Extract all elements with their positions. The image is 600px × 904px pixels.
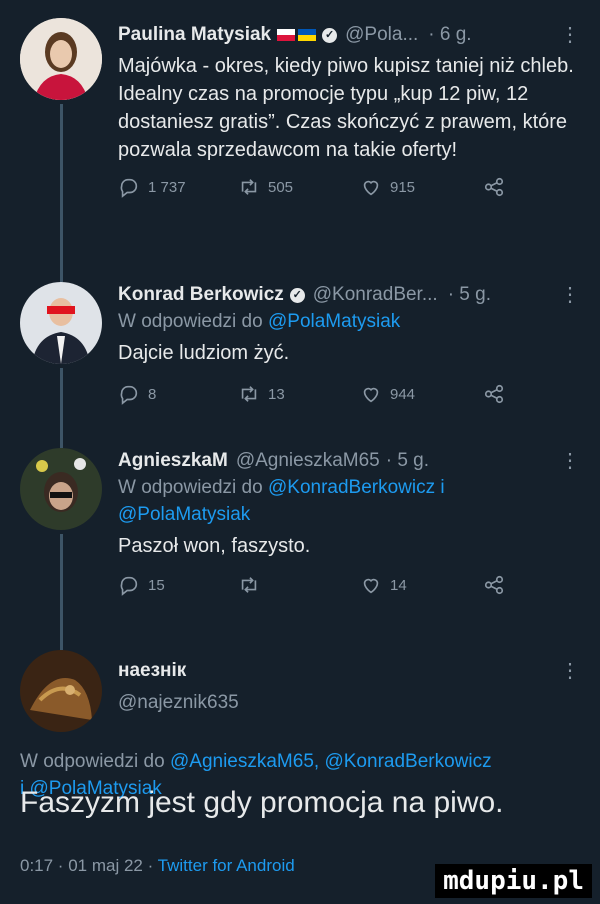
avatar[interactable] (20, 448, 102, 530)
reply-mention[interactable]: @PolaMatysiak (268, 311, 400, 332)
verified-icon: ✓ (322, 27, 338, 43)
tweet-text: Dajcie ludziom żyć. (118, 342, 290, 364)
like-count: 915 (390, 178, 416, 196)
tweet-1[interactable]: Paulina Matysiak ✓ @Pola... · 6 g. Majów… (0, 0, 600, 264)
share-button[interactable] (483, 383, 505, 405)
ukraine-flag-icon (298, 29, 317, 41)
thread-line (60, 430, 63, 448)
avatar[interactable] (20, 282, 102, 364)
author-name[interactable]: наезнік (118, 658, 239, 684)
thread-line (60, 534, 63, 646)
author-name[interactable]: Paulina Matysiak (118, 22, 271, 48)
like-count: 944 (390, 385, 416, 403)
author-name[interactable]: AgnieszkaM (118, 448, 228, 474)
reply-mention[interactable]: @KonradBerkowicz (324, 751, 491, 772)
reply-count: 15 (148, 576, 165, 594)
poland-flag-icon (277, 29, 296, 41)
author-handle[interactable]: @AgnieszkaM65 (236, 448, 380, 474)
avatar-image (20, 650, 102, 732)
retweet-button[interactable] (238, 574, 268, 596)
heart-icon (363, 387, 379, 403)
more-icon[interactable]: ⋮ (560, 22, 580, 47)
reply-button[interactable]: 8 (118, 383, 156, 405)
reply-count: 1 737 (148, 178, 186, 196)
share-button[interactable] (483, 574, 505, 596)
share-icon (484, 177, 504, 197)
reply-conjunction: i (440, 477, 445, 498)
reply-mention[interactable]: @KonradBerkowicz (268, 477, 435, 498)
author-handle[interactable]: @Pola... (345, 22, 418, 48)
reply-prefix: W odpowiedzi do (118, 311, 263, 332)
reply-button[interactable]: 1 737 (118, 176, 186, 198)
share-icon (484, 575, 504, 595)
watermark-logo: mdupiu.pl (435, 864, 592, 898)
thread-line (60, 640, 63, 650)
tweet-text: Paszoł won, faszysto. (118, 535, 311, 557)
reply-button[interactable]: 15 (118, 574, 165, 596)
reply-prefix: W odpowiedzi do (20, 751, 165, 772)
tweet-2[interactable]: Konrad Berkowicz ✓ @KonradBer... · 5 g. … (0, 264, 600, 434)
reply-mention[interactable]: @PolaMatysiak (118, 504, 250, 525)
like-button[interactable]: 915 (360, 176, 415, 198)
reply-icon (120, 385, 138, 405)
more-icon[interactable]: ⋮ (560, 282, 580, 307)
author-name[interactable]: Konrad Berkowicz (118, 282, 284, 308)
retweet-count: 13 (268, 385, 285, 403)
like-count: 14 (390, 576, 407, 594)
avatar-image (20, 18, 102, 100)
tweet-timestamp[interactable]: 0:17 · 01 maj 22 · (20, 856, 153, 875)
tweet-3[interactable]: AgnieszkaM @AgnieszkaM65 · 5 g. W odpowi… (0, 430, 600, 646)
thread-line (60, 368, 63, 434)
share-button[interactable] (483, 176, 505, 198)
tweet-time[interactable]: · 6 g. (428, 22, 471, 48)
avatar[interactable] (20, 650, 102, 732)
tweet-source[interactable]: Twitter for Android (158, 856, 295, 875)
heart-icon (363, 180, 379, 196)
retweet-icon (241, 386, 257, 402)
author-handle[interactable]: @najeznik635 (118, 690, 239, 716)
retweet-button[interactable]: 13 (238, 383, 285, 405)
tweet-time[interactable]: · 5 g. (448, 282, 491, 308)
main-tweet-text: Faszyzm jest gdy promocja na piwo. (20, 786, 504, 819)
more-icon[interactable]: ⋮ (560, 448, 580, 473)
avatar-image (20, 448, 102, 530)
reply-icon (120, 178, 138, 198)
reply-icon (120, 576, 138, 596)
tweet-text: Majówka - okres, kiedy piwo kupisz tanie… (118, 55, 574, 161)
avatar-image (20, 282, 102, 364)
retweet-icon (241, 577, 257, 593)
reply-context: W odpowiedzi do @KonradBerkowicz i @Pola… (118, 474, 580, 528)
verified-icon: ✓ (289, 287, 305, 303)
thread-line (60, 104, 63, 264)
reply-prefix: W odpowiedzi do (118, 477, 263, 498)
more-icon[interactable]: ⋮ (560, 658, 580, 683)
retweet-button[interactable]: 505 (238, 176, 293, 198)
retweet-count: 505 (268, 178, 294, 196)
reply-mention[interactable]: @AgnieszkaM65, (170, 751, 319, 772)
like-button[interactable]: 14 (360, 574, 407, 596)
tweet-meta: 0:17 · 01 maj 22 · Twitter for Android (20, 856, 295, 876)
like-button[interactable]: 944 (360, 383, 415, 405)
reply-count: 8 (148, 385, 157, 403)
retweet-icon (241, 179, 257, 195)
heart-icon (363, 578, 379, 594)
tweet-time[interactable]: · 5 g. (386, 448, 429, 474)
avatar[interactable] (20, 18, 102, 100)
share-icon (484, 384, 504, 404)
thread-line (60, 264, 63, 282)
author-handle[interactable]: @KonradBer... (313, 282, 438, 308)
reply-context: W odpowiedzi do @PolaMatysiak (118, 308, 580, 335)
